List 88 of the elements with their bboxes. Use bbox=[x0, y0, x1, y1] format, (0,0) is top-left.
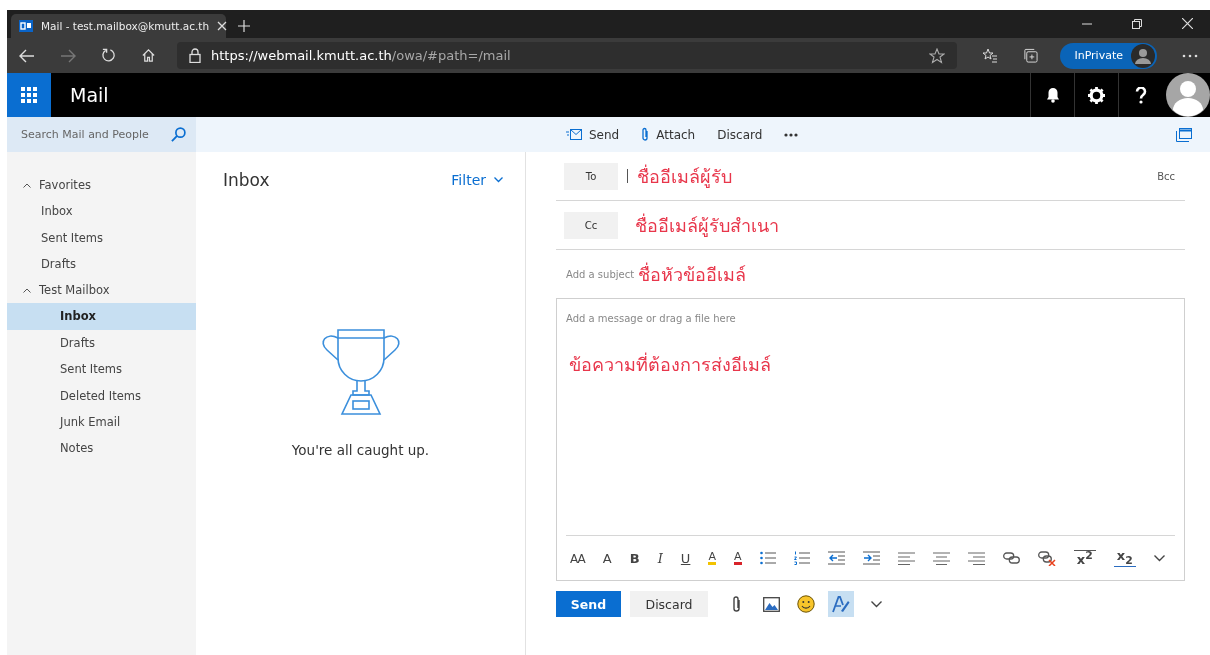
lock-icon bbox=[189, 48, 201, 63]
more-icon[interactable] bbox=[1182, 53, 1198, 58]
image-icon bbox=[762, 596, 780, 612]
folder-item[interactable]: Sent Items bbox=[7, 355, 196, 383]
body-hint: Add a message or drag a file here bbox=[566, 313, 737, 324]
forward-icon[interactable] bbox=[60, 48, 76, 63]
align-center-icon[interactable] bbox=[932, 551, 950, 565]
bcc-link[interactable]: Bcc bbox=[1157, 170, 1175, 182]
close-icon[interactable] bbox=[1182, 18, 1193, 29]
folder-group-header[interactable]: Test Mailbox bbox=[7, 277, 196, 304]
folder-item[interactable]: Inbox bbox=[7, 303, 196, 330]
empty-message: You're all caught up. bbox=[291, 442, 430, 458]
more-icon bbox=[784, 132, 799, 137]
align-right-icon[interactable] bbox=[967, 551, 985, 565]
message-text: ข้อความที่ต้องการส่งอีเมล์ bbox=[569, 351, 772, 377]
folder-item[interactable]: Drafts bbox=[7, 250, 196, 278]
folder-item[interactable]: Junk Email bbox=[7, 408, 196, 436]
app-launcher-button[interactable] bbox=[7, 73, 51, 117]
restore-icon[interactable] bbox=[1132, 19, 1142, 29]
cc-field[interactable]: ชื่ออีเมล์ผู้รับสำเนา bbox=[635, 210, 779, 240]
bell-icon bbox=[1045, 87, 1060, 103]
folder-item[interactable]: Deleted Items bbox=[7, 382, 196, 409]
help-icon bbox=[1134, 86, 1147, 104]
close-icon[interactable] bbox=[217, 21, 228, 31]
browser-tab[interactable]: Mail - test.mailbox@kmutt.ac.th bbox=[11, 14, 226, 38]
superscript-button[interactable]: x$^{2}$ bbox=[1073, 549, 1096, 567]
back-icon[interactable] bbox=[19, 48, 35, 63]
paperclip-icon bbox=[731, 595, 741, 613]
indent-icon[interactable] bbox=[862, 551, 880, 565]
tab-title: Mail - test.mailbox@kmutt.ac.th bbox=[41, 20, 210, 32]
address-bar[interactable]: https://webmail.kmutt.ac.th/owa/#path=/mail bbox=[177, 42, 958, 69]
subscript-button[interactable]: x$_{2}$ bbox=[1113, 548, 1136, 568]
outlook-icon bbox=[19, 20, 33, 32]
folder-item[interactable]: Sent Items bbox=[7, 224, 196, 251]
paperclip-icon bbox=[641, 127, 650, 142]
search-field[interactable]: Search Mail and People bbox=[7, 117, 196, 152]
send-button[interactable]: Send bbox=[566, 127, 620, 142]
collections-icon[interactable] bbox=[1023, 48, 1039, 63]
subject-field[interactable]: ชื่อหัวข้ออีเมล์ bbox=[638, 259, 747, 289]
font-size-button[interactable]: AA bbox=[570, 551, 585, 565]
app-title: Mail bbox=[70, 84, 109, 106]
url-text: https://webmail.kmutt.ac.th/owa/#path=/mail bbox=[211, 48, 511, 63]
favorite-star-icon[interactable] bbox=[929, 47, 946, 64]
numbering-icon[interactable] bbox=[793, 551, 810, 565]
pop-out-icon[interactable] bbox=[1176, 127, 1192, 142]
format-tool-button[interactable] bbox=[828, 591, 854, 617]
highlight-button[interactable]: A bbox=[708, 551, 716, 565]
attach-button[interactable]: Attach bbox=[641, 127, 696, 142]
chevron-icon[interactable] bbox=[1153, 554, 1165, 562]
align-left-icon[interactable] bbox=[897, 551, 915, 565]
avatar-icon[interactable] bbox=[1166, 73, 1210, 117]
discard-button[interactable]: Discard bbox=[717, 127, 763, 142]
new-tab-icon[interactable] bbox=[238, 20, 250, 32]
list-title: Inbox bbox=[223, 170, 270, 190]
bullets-icon[interactable] bbox=[759, 551, 776, 565]
smiley-icon bbox=[797, 595, 815, 613]
grow-font-button[interactable]: A bbox=[602, 551, 612, 565]
italic-button[interactable]: I bbox=[657, 551, 663, 565]
bold-button[interactable]: B bbox=[629, 551, 640, 565]
refresh-icon[interactable] bbox=[101, 48, 116, 63]
folder-item[interactable]: Drafts bbox=[7, 329, 196, 356]
avatar-icon bbox=[1131, 43, 1155, 68]
folder-group-header[interactable]: Favorites bbox=[7, 172, 196, 198]
grid-icon bbox=[21, 87, 37, 103]
font-color-button[interactable]: A bbox=[733, 551, 742, 565]
remove-link-icon[interactable] bbox=[1037, 550, 1056, 566]
folder-item[interactable]: Inbox bbox=[7, 198, 196, 225]
message-body[interactable]: Add a message or drag a file here ข้อความที่ต้องการส่งอีเมล์ AA A B I U A A x$^{2}$ x$_{2}$ bbox=[556, 298, 1185, 581]
filter-button[interactable]: Filter bbox=[451, 172, 503, 188]
to-button[interactable]: To bbox=[564, 162, 618, 190]
send-button[interactable]: Send bbox=[556, 591, 621, 617]
folder-item[interactable]: Notes bbox=[7, 435, 196, 462]
settings-icon bbox=[1088, 86, 1105, 104]
format-pen-icon bbox=[832, 595, 850, 613]
favorites-icon[interactable] bbox=[982, 48, 999, 63]
home-icon[interactable] bbox=[141, 48, 156, 63]
link-icon[interactable] bbox=[1002, 552, 1020, 564]
recipient-field[interactable]: ชื่ออีเมล์ผู้รับ bbox=[637, 161, 732, 191]
inprivate-button[interactable]: InPrivate bbox=[1060, 42, 1157, 69]
cc-button[interactable]: Cc bbox=[564, 211, 618, 239]
underline-button[interactable]: U bbox=[680, 551, 691, 565]
subject-hint: Add a subject bbox=[566, 268, 635, 280]
discard-button[interactable]: Discard bbox=[630, 591, 708, 617]
chevron-icon bbox=[870, 600, 882, 608]
outdent-icon[interactable] bbox=[827, 551, 845, 565]
chevron-icon bbox=[494, 177, 503, 183]
send-icon bbox=[566, 129, 582, 140]
search-icon[interactable] bbox=[171, 127, 186, 142]
